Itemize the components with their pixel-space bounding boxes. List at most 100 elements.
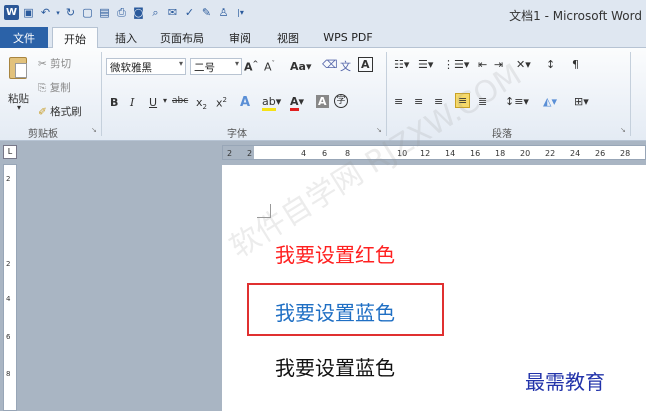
new-document-icon[interactable]: ▢ xyxy=(80,5,95,20)
borders-icon[interactable]: ⊞▾ xyxy=(574,95,589,108)
document-line-black[interactable]: 我要设置蓝色 xyxy=(275,352,395,381)
font-color-button[interactable]: A▾ xyxy=(290,95,304,111)
chevron-down-icon: ▾ xyxy=(178,59,183,68)
highlight-color-button[interactable]: ab▾ xyxy=(262,95,281,111)
superscript-button[interactable]: x2 xyxy=(216,96,227,110)
ruler-tick: 4 xyxy=(301,149,307,158)
font-size-value: 二号 xyxy=(194,62,215,74)
tab-insert[interactable]: 插入 xyxy=(108,27,144,48)
undo-icon[interactable]: ↶ xyxy=(38,5,53,20)
ribbon: 粘贴 ▾ ✂ 剪切 ⎘ 复制 ✐ 格式刷 剪贴板 ↘ 微软雅黑 ▾ 二号 ▾ A^ … xyxy=(0,48,646,141)
ruler-tick: 14 xyxy=(445,149,456,158)
cut-label: 剪切 xyxy=(50,58,72,70)
format-painter-button[interactable]: ✐ 格式刷 xyxy=(38,104,82,119)
ruler-tick: 18 xyxy=(495,149,506,158)
word-logo-icon: W xyxy=(4,5,19,20)
bullets-icon[interactable]: ☷▾ xyxy=(394,58,409,71)
font-size-combo[interactable]: 二号 ▾ xyxy=(190,58,242,75)
format-painter-label: 格式刷 xyxy=(50,106,82,118)
align-left-icon[interactable]: ≡ xyxy=(394,95,403,108)
multilevel-list-icon[interactable]: ⋮☰▾ xyxy=(443,58,469,71)
clear-format-icon[interactable]: ⌫ xyxy=(322,58,338,71)
tab-file[interactable]: 文件 xyxy=(0,27,48,48)
document-line-red[interactable]: 我要设置红色 xyxy=(275,239,395,268)
align-center-icon[interactable]: ≡ xyxy=(414,95,423,108)
enclosed-char-icon[interactable]: 字 xyxy=(334,94,348,108)
show-marks-icon[interactable]: ¶ xyxy=(572,58,579,71)
save-icon[interactable]: ▣ xyxy=(21,5,36,20)
ruler-tick: 2 xyxy=(227,149,233,158)
ruler-tick: 2 xyxy=(6,260,11,268)
copy-label: 复制 xyxy=(49,82,71,94)
char-shading-icon[interactable]: A xyxy=(316,95,329,108)
decrease-indent-icon[interactable]: ⇤ xyxy=(478,58,487,71)
ruler-tick: 20 xyxy=(520,149,531,158)
copy-button[interactable]: ⎘ 复制 xyxy=(38,80,71,95)
underline-dropdown-icon[interactable]: ▾ xyxy=(163,96,167,105)
ruler-tick: 6 xyxy=(6,333,11,341)
ruler-tick: 2 xyxy=(247,149,253,158)
sort-icon[interactable]: ↕ xyxy=(546,58,555,71)
grow-font-icon[interactable]: A^ xyxy=(244,60,258,74)
tab-view[interactable]: 视图 xyxy=(270,27,306,48)
preview-icon[interactable]: ⌕ xyxy=(148,5,163,20)
chevron-down-icon: ▾ xyxy=(234,59,239,68)
tab-selector-icon[interactable]: L xyxy=(3,145,17,159)
ribbon-tabs: 文件 开始 插入 页面布局 审阅 视图 WPS PDF xyxy=(0,27,646,49)
tab-wps-pdf[interactable]: WPS PDF xyxy=(318,27,378,48)
font-color-icon: A xyxy=(290,95,299,111)
customize-qat-icon[interactable]: |▾ xyxy=(233,5,248,20)
clipboard-launcher-icon[interactable]: ↘ xyxy=(91,126,97,134)
underline-button[interactable]: U xyxy=(149,96,157,109)
paragraph-group-label: 段落 xyxy=(492,129,512,140)
phonetic-icon[interactable]: 文 xyxy=(340,58,351,74)
cut-button[interactable]: ✂ 剪切 xyxy=(38,56,71,71)
vertical-ruler[interactable]: 2 2 4 6 8 xyxy=(3,164,17,411)
brand-overlay-text: 最需教育 xyxy=(525,370,605,394)
clipboard-group-label: 剪贴板 xyxy=(28,129,58,140)
divider xyxy=(630,52,631,136)
highlight-box xyxy=(247,283,444,336)
print-icon[interactable]: ⎙ xyxy=(114,5,129,20)
ruler-tick: 22 xyxy=(545,149,556,158)
ruler-tick: 24 xyxy=(570,149,581,158)
ruler-tick: 8 xyxy=(6,370,11,378)
scissors-icon: ✂ xyxy=(38,58,51,70)
bold-button[interactable]: B xyxy=(110,96,118,109)
text-effects-icon[interactable]: A xyxy=(240,95,250,110)
window-title: 文档1 - Microsoft Word xyxy=(509,9,642,23)
undo-dropdown-icon[interactable]: ▾ xyxy=(55,5,61,20)
divider xyxy=(101,52,102,136)
ruler-tick: 2 xyxy=(6,175,11,183)
char-border-button[interactable]: A xyxy=(358,57,373,72)
spell-check-icon[interactable]: ✓ xyxy=(182,5,197,20)
subscript-button[interactable]: x2 xyxy=(196,96,207,111)
print-preview-icon[interactable]: ◙ xyxy=(131,5,146,20)
font-name-combo[interactable]: 微软雅黑 ▾ xyxy=(106,58,186,75)
shapes-icon[interactable]: ♙ xyxy=(216,5,231,20)
open-icon[interactable]: ▤ xyxy=(97,5,112,20)
paste-icon[interactable] xyxy=(9,57,27,79)
change-case-button[interactable]: Aa▾ xyxy=(290,60,311,73)
tab-home[interactable]: 开始 xyxy=(52,27,98,49)
format-icon[interactable]: ✎ xyxy=(199,5,214,20)
italic-button[interactable]: I xyxy=(130,96,134,109)
shading-icon[interactable]: ◭▾ xyxy=(543,95,557,108)
email-icon[interactable]: ✉ xyxy=(165,5,180,20)
ruler-tick: 4 xyxy=(6,295,11,303)
tab-review[interactable]: 审阅 xyxy=(222,27,258,48)
copy-icon: ⎘ xyxy=(38,82,50,94)
font-group-label: 字体 xyxy=(227,129,247,140)
numbering-icon[interactable]: ☰▾ xyxy=(418,58,433,71)
redo-icon[interactable]: ↻ xyxy=(63,5,78,20)
ruler-tick: 28 xyxy=(620,149,631,158)
strikethrough-button[interactable]: abc xyxy=(172,96,188,106)
tab-page-layout[interactable]: 页面布局 xyxy=(152,27,212,48)
title-bar: W ▣ ↶ ▾ ↻ ▢ ▤ ⎙ ◙ ⌕ ✉ ✓ ✎ ♙ |▾ 文档1 - Mic… xyxy=(0,0,646,27)
ruler-tick: 26 xyxy=(595,149,606,158)
chinese-layout-icon[interactable]: ✕▾ xyxy=(516,58,531,71)
paragraph-launcher-icon[interactable]: ↘ xyxy=(620,126,626,134)
shrink-font-icon[interactable]: Aˇ xyxy=(264,60,275,74)
highlighter-icon: ab xyxy=(262,95,276,111)
paste-dropdown-icon[interactable]: ▾ xyxy=(17,103,21,112)
